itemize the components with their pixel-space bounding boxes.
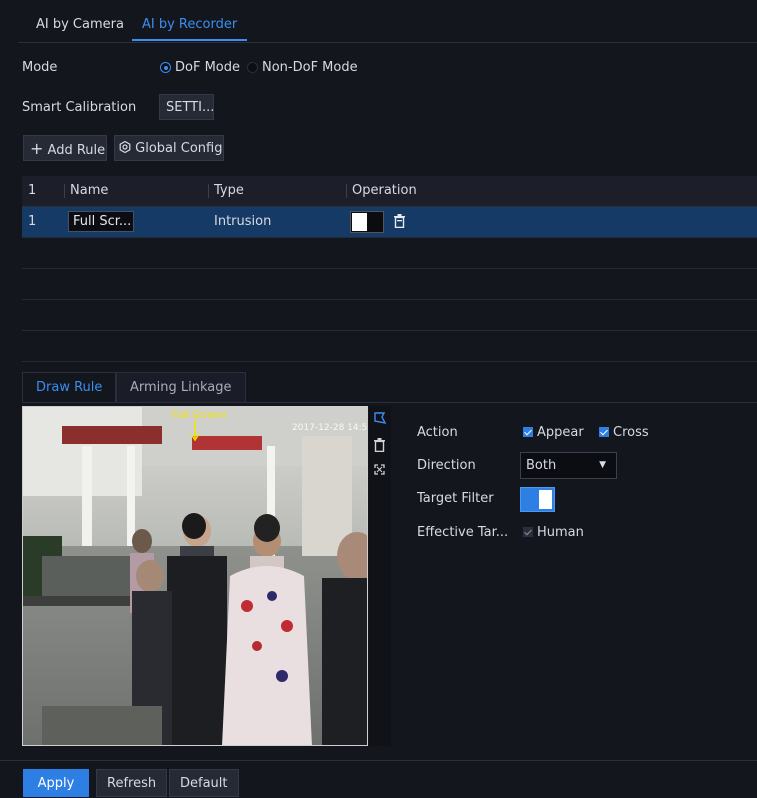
gear-icon <box>119 140 131 154</box>
direction-label: Direction <box>417 458 476 473</box>
radio-selected-icon <box>160 62 171 73</box>
header-index: 1 <box>28 183 37 198</box>
direction-value: Both <box>526 458 557 473</box>
header-operation: Operation <box>352 183 417 198</box>
radio-dof-mode[interactable]: DoF Mode <box>160 60 240 75</box>
checkbox-checked-icon <box>523 427 533 437</box>
column-divider <box>64 184 65 198</box>
appear-label: Appear <box>537 425 584 440</box>
table-row[interactable]: 1 Full Scr... Intrusion <box>22 207 757 238</box>
footer-bar: Apply Refresh Default <box>0 760 757 797</box>
radio-unselected-icon <box>247 62 258 73</box>
row-index: 1 <box>28 214 37 229</box>
top-tab-bar: AI by Camera AI by Recorder <box>18 10 757 43</box>
human-checkbox[interactable]: Human <box>523 525 584 540</box>
checkbox-checked-icon <box>523 527 533 537</box>
camera-scene-image: Full Screen 2017-12-28 14:55:22 <box>22 406 368 746</box>
tab-ai-by-camera[interactable]: AI by Camera <box>26 10 134 41</box>
effective-target-label: Effective Tar... <box>417 525 509 540</box>
add-rule-button[interactable]: + Add Rule <box>23 135 107 161</box>
region-label-text: Full Screen <box>172 410 227 421</box>
default-button[interactable]: Default <box>169 769 239 797</box>
video-timestamp: 2017-12-28 14:55:22 <box>292 423 368 433</box>
draw-region-icon[interactable] <box>374 412 386 424</box>
fullscreen-icon[interactable] <box>374 464 385 475</box>
tab-draw-rule[interactable]: Draw Rule <box>22 372 117 402</box>
checkbox-checked-icon <box>599 427 609 437</box>
column-divider <box>346 184 347 198</box>
add-rule-label: Add Rule <box>47 143 106 158</box>
camera-preview[interactable]: Full Screen 2017-12-28 14:55:22 <box>22 406 368 746</box>
table-header: 1 Name Type Operation <box>22 176 757 207</box>
target-filter-label: Target Filter <box>417 491 494 506</box>
radio-dof-label: DoF Mode <box>175 60 240 75</box>
refresh-button[interactable]: Refresh <box>96 769 168 797</box>
tab-ai-by-recorder[interactable]: AI by Recorder <box>132 10 248 41</box>
radio-non-dof-label: Non-DoF Mode <box>262 60 358 75</box>
cross-label: Cross <box>613 425 649 440</box>
header-name: Name <box>70 183 109 198</box>
rules-table: 1 Name Type Operation 1 Full Scr... Intr… <box>22 176 757 362</box>
target-filter-toggle[interactable] <box>520 487 555 512</box>
cross-checkbox[interactable]: Cross <box>599 425 649 440</box>
rule-enable-toggle[interactable] <box>350 211 384 233</box>
trash-icon[interactable] <box>374 438 385 452</box>
direction-select[interactable]: Both ▼ <box>520 452 617 479</box>
apply-button[interactable]: Apply <box>23 769 89 797</box>
tab-arming-linkage[interactable]: Arming Linkage <box>116 372 246 402</box>
header-type: Type <box>214 183 244 198</box>
chevron-down-icon: ▼ <box>599 460 606 470</box>
human-label: Human <box>537 525 584 540</box>
mode-label: Mode <box>22 60 58 75</box>
table-row <box>22 300 757 331</box>
global-config-button[interactable]: Global Config <box>114 135 224 161</box>
table-row <box>22 238 757 269</box>
rule-name-input[interactable]: Full Scr... <box>68 211 134 232</box>
trash-icon[interactable] <box>394 214 405 228</box>
calibration-settings-button[interactable]: SETTI... <box>159 94 214 120</box>
smart-calibration-label: Smart Calibration <box>22 100 137 115</box>
table-row <box>22 331 757 362</box>
plus-icon: + <box>30 139 44 158</box>
sub-tab-bar: Draw Rule Arming Linkage <box>22 372 757 403</box>
rule-type: Intrusion <box>214 214 272 229</box>
action-label: Action <box>417 425 458 440</box>
global-config-label: Global Config <box>135 141 223 156</box>
column-divider <box>208 184 209 198</box>
appear-checkbox[interactable]: Appear <box>523 425 584 440</box>
drawing-tools <box>369 406 391 746</box>
table-row <box>22 269 757 300</box>
radio-non-dof-mode[interactable]: Non-DoF Mode <box>247 60 358 75</box>
